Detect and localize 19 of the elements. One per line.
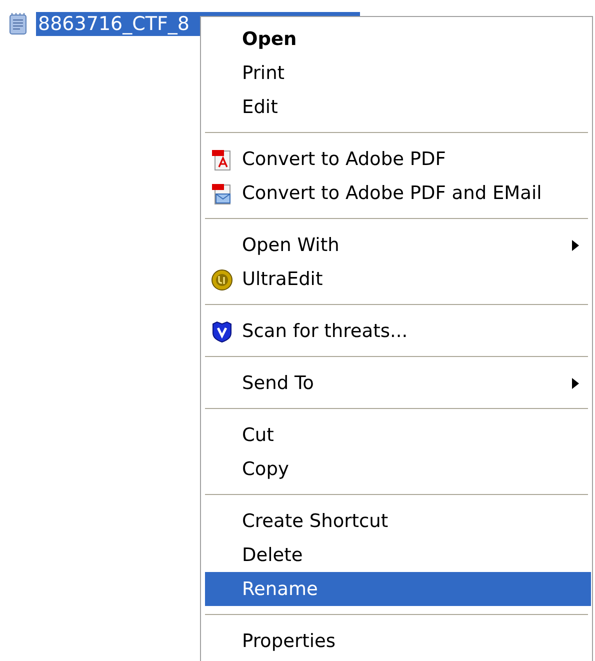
menu-item[interactable]: UltraEdit xyxy=(205,262,591,296)
menu-item[interactable]: Open With xyxy=(205,228,591,262)
pdf-document-icon xyxy=(211,149,233,171)
menu-item[interactable]: Edit xyxy=(205,90,591,124)
shield-icon xyxy=(211,321,233,343)
menu-item[interactable]: Print xyxy=(205,56,591,90)
menu-item[interactable]: Scan for threats... xyxy=(205,314,591,348)
pdf-mail-icon xyxy=(211,183,233,205)
ultraedit-icon xyxy=(211,269,233,291)
text-document-icon[interactable] xyxy=(8,13,28,35)
menu-item[interactable]: Send To xyxy=(205,366,591,400)
menu-item[interactable]: Cut xyxy=(205,418,591,452)
menu-item[interactable]: Rename xyxy=(205,572,591,606)
menu-item[interactable]: Convert to Adobe PDF xyxy=(205,142,591,176)
menu-item[interactable]: Delete xyxy=(205,538,591,572)
menu-item[interactable]: Copy xyxy=(205,452,591,486)
menu-item[interactable]: Create Shortcut xyxy=(205,504,591,538)
menu-item[interactable]: Properties xyxy=(205,624,591,658)
menu-item[interactable]: Convert to Adobe PDF and EMail xyxy=(205,176,591,210)
